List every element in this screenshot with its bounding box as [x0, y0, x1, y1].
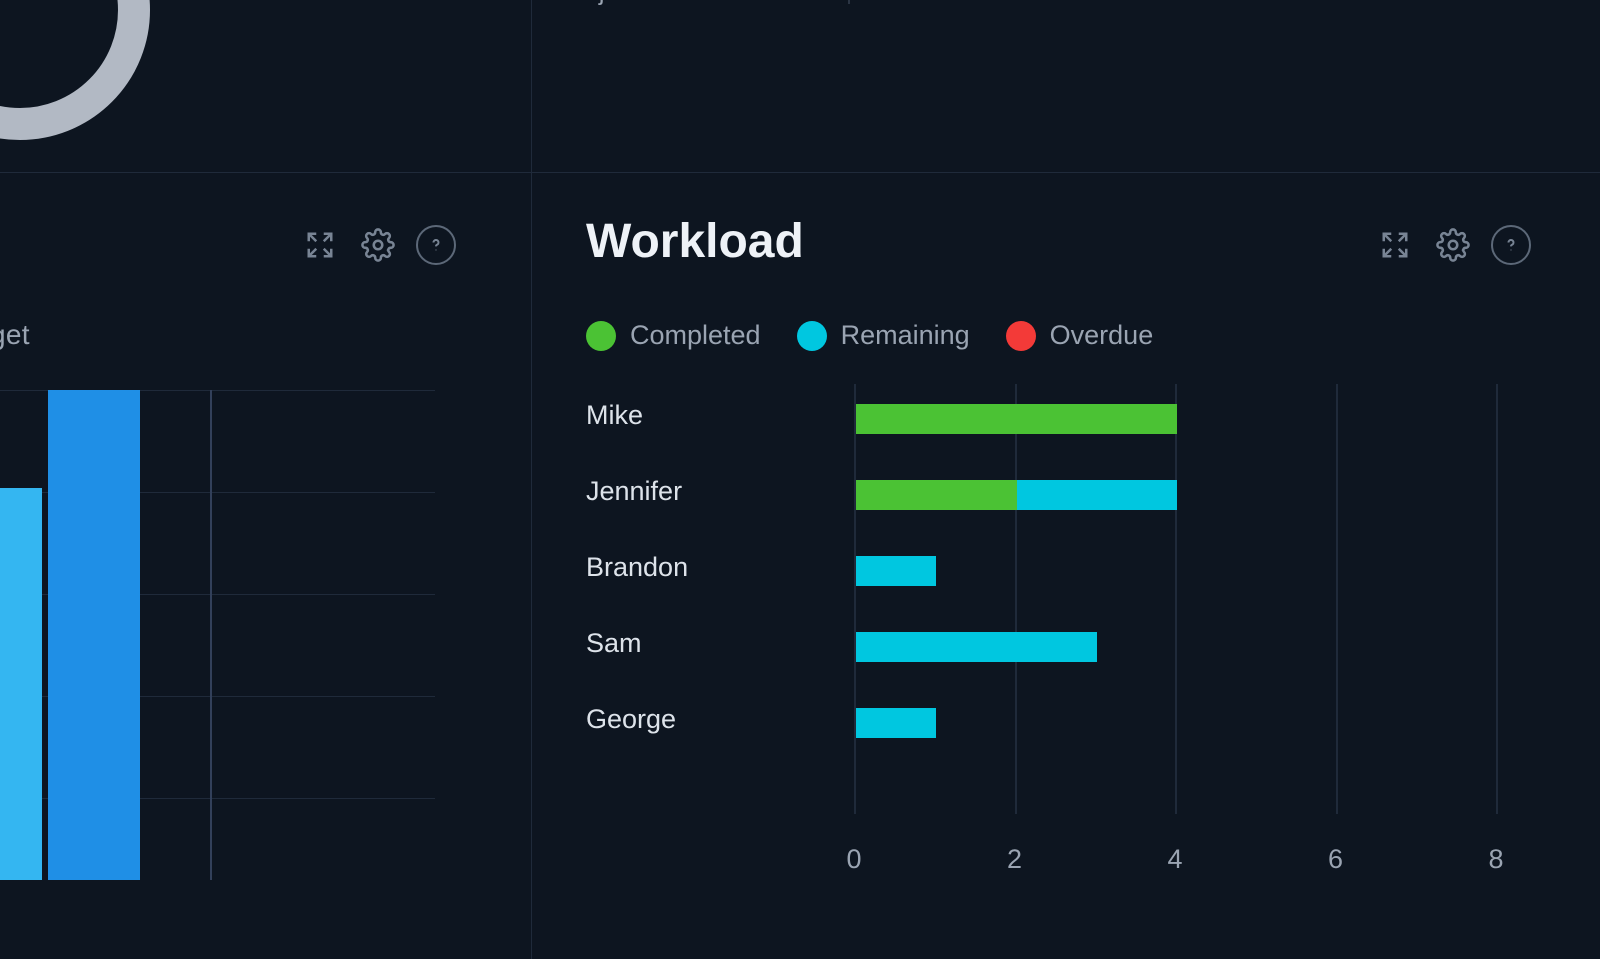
workload-chart: 02468 MikeJenniferBrandonSamGeorge [586, 384, 1546, 814]
budget-chart [0, 390, 445, 900]
workload-card-title: Workload [586, 214, 804, 269]
legend-swatch-icon [586, 321, 616, 351]
workload-bar-segment [856, 708, 936, 738]
progress-list-row: Project Clo… 0% [560, 0, 940, 7]
workload-x-tick: 8 [1488, 844, 1503, 875]
workload-row-label: Brandon [586, 552, 854, 583]
legend-item-overdue[interactable]: Overdue [1006, 320, 1154, 351]
gear-icon[interactable] [1433, 225, 1473, 265]
legend-item-completed[interactable]: Completed [586, 320, 761, 351]
workload-row-label: Jennifer [586, 476, 854, 507]
vertical-divider [531, 0, 532, 959]
help-icon[interactable] [416, 225, 456, 265]
budget-y-axis [210, 390, 212, 880]
workload-gridline [1496, 384, 1498, 814]
progress-row-label: Project Clo… [560, 0, 760, 7]
legend-item-remaining[interactable]: Remaining [797, 320, 970, 351]
workload-bar-segment [856, 556, 936, 586]
expand-icon[interactable] [1375, 225, 1415, 265]
legend-label: Completed [630, 320, 761, 351]
legend-label: Overdue [1050, 320, 1154, 351]
workload-bar-segment [856, 632, 1097, 662]
workload-x-tick: 0 [846, 844, 861, 875]
budget-bar [0, 488, 42, 880]
expand-icon[interactable] [300, 225, 340, 265]
workload-row-label: Mike [586, 400, 854, 431]
legend-label: Remaining [841, 320, 970, 351]
workload-bar-segment [856, 480, 1017, 510]
workload-bar-segment [1017, 480, 1178, 510]
workload-legend: Completed Remaining Overdue [586, 320, 1153, 351]
gear-icon[interactable] [358, 225, 398, 265]
legend-swatch-icon [1006, 321, 1036, 351]
progress-row-bar-tick [848, 0, 850, 4]
workload-bar [856, 556, 936, 586]
workload-bar [856, 632, 1097, 662]
workload-bar [856, 708, 936, 738]
progress-row-percent: 0% [760, 0, 830, 7]
horizontal-divider [0, 172, 1600, 173]
budget-card-actions [300, 225, 456, 265]
workload-x-tick: 2 [1007, 844, 1022, 875]
help-icon[interactable] [1491, 225, 1531, 265]
workload-gridline [1175, 384, 1177, 814]
workload-row-label: George [586, 704, 854, 735]
workload-gridline [1336, 384, 1338, 814]
workload-bar [856, 480, 1177, 510]
workload-row-label: Sam [586, 628, 854, 659]
workload-bar-segment [856, 404, 1177, 434]
legend-swatch-icon [797, 321, 827, 351]
workload-x-tick: 4 [1167, 844, 1182, 875]
workload-gridline [1015, 384, 1017, 814]
budget-card-title-fragment: get [0, 319, 30, 351]
budget-bar [48, 390, 140, 880]
workload-bar [856, 404, 1177, 434]
workload-x-tick: 6 [1328, 844, 1343, 875]
workload-gridline [854, 384, 856, 814]
donut-chart-fragment [0, 0, 150, 140]
workload-card-actions [1375, 225, 1531, 265]
